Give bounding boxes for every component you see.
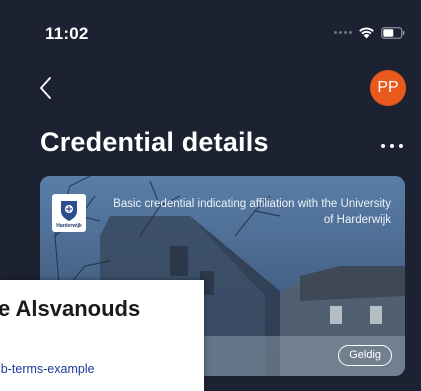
ellipsis-icon (381, 144, 385, 148)
app-screen: 11:02 PP Credential details Harderwijk B… (0, 0, 421, 391)
signal-icon (334, 31, 352, 34)
status-icons (334, 26, 405, 39)
avatar[interactable]: PP (370, 70, 406, 106)
page-title: Credential details (40, 127, 269, 157)
overlay-popup: e Alsvanouds ib-terms-example (0, 280, 204, 391)
crest-icon (61, 200, 77, 221)
battery-icon (381, 26, 405, 39)
more-options-button[interactable] (377, 136, 407, 156)
overlay-link[interactable]: ib-terms-example (0, 362, 95, 376)
logo-text: Harderwijk (56, 222, 82, 229)
university-logo: Harderwijk (52, 194, 86, 232)
credential-description: Basic credential indicating affiliation … (113, 198, 391, 226)
wifi-icon (358, 26, 375, 39)
chevron-left-icon (40, 77, 51, 99)
status-badge: Geldig (338, 345, 392, 366)
status-time: 11:02 (45, 24, 89, 43)
overlay-title: e Alsvanouds (0, 296, 141, 321)
back-button[interactable] (36, 74, 56, 102)
